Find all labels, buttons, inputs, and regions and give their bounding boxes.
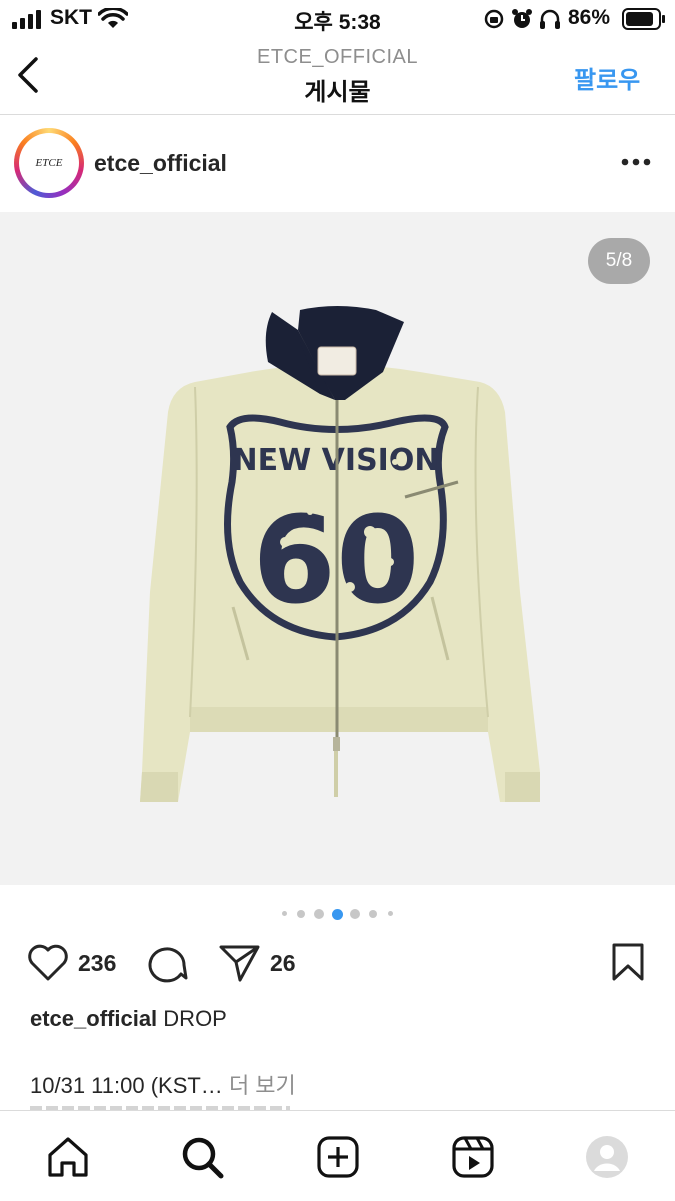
bookmark-icon[interactable] (610, 942, 646, 982)
profile-avatar-icon[interactable] (585, 1135, 629, 1179)
caption-second-line: 10/31 11:00 (KST… 더 보기 (30, 1068, 296, 1100)
caption-username[interactable]: etce_official (30, 1006, 157, 1031)
headphones-icon (540, 9, 560, 29)
carousel-dot-active (332, 909, 343, 920)
post-image[interactable]: NEW VISION 60 (0, 212, 675, 885)
home-icon[interactable] (46, 1135, 90, 1179)
comment-icon[interactable] (146, 942, 190, 984)
carousel-dot (388, 911, 393, 916)
rotation-lock-icon (484, 9, 504, 29)
more-options-icon[interactable] (620, 157, 652, 167)
like-heart-icon[interactable] (26, 942, 70, 982)
alarm-icon (512, 9, 532, 28)
battery-icon (622, 8, 665, 30)
reels-icon[interactable] (451, 1135, 495, 1179)
carousel-dot (314, 909, 324, 919)
image-counter: 5/8 (588, 238, 650, 284)
search-icon[interactable] (180, 1135, 226, 1181)
like-count[interactable]: 236 (78, 950, 116, 977)
avatar-logo-text: ETCE (35, 157, 63, 169)
caption-text: DROP (163, 1006, 227, 1031)
share-send-icon[interactable] (218, 942, 262, 982)
carousel-dot (297, 910, 305, 918)
share-count[interactable]: 26 (270, 950, 296, 977)
carousel-dots (0, 906, 675, 922)
carousel-dot (350, 909, 360, 919)
battery-percent: 86% (568, 6, 611, 29)
jacket-illustration: NEW VISION 60 (140, 306, 540, 802)
carousel-dot (282, 911, 287, 916)
post-username[interactable]: etce_official (94, 150, 227, 177)
carousel-dot (369, 910, 377, 918)
create-post-icon[interactable] (316, 1135, 360, 1179)
header-divider (0, 114, 675, 115)
follow-button[interactable]: 팔로우 (574, 60, 640, 95)
bottom-tab-bar (0, 1110, 675, 1201)
more-link[interactable]: 더 보기 (229, 1073, 296, 1098)
status-bar: SKT 오후 5:38 86% (0, 0, 675, 38)
caption: etce_official DROP (30, 1006, 227, 1032)
caption-date: 10/31 11:00 (KST… (30, 1073, 223, 1098)
